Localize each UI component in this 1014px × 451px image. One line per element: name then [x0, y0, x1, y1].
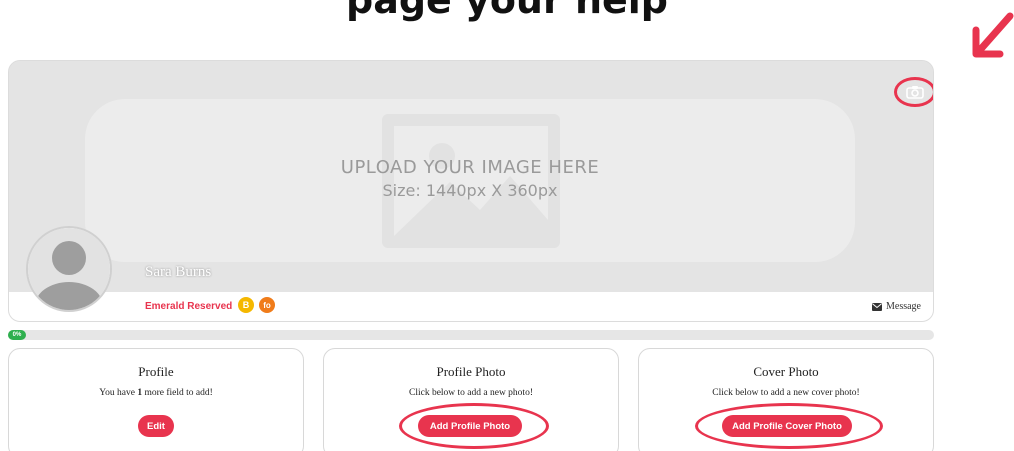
profile-card-text: You have 1 more field to add! — [99, 388, 213, 398]
cover-photo-area[interactable]: UPLOAD YOUR IMAGE HERE Size: 1440px X 36… — [9, 61, 933, 292]
envelope-icon — [872, 302, 882, 311]
user-silhouette-icon — [28, 228, 110, 310]
profile-page: page your help UPLOAD YOUR IMAGE HERE Si… — [0, 0, 1014, 451]
page-heading: page your help — [346, 0, 668, 22]
profile-info-bar: Emerald Reserved B fo Message — [9, 292, 933, 321]
user-name: Sara Burns — [145, 264, 212, 280]
profile-photo-card-title: Profile Photo — [436, 364, 506, 379]
cover-photo-card: Cover Photo Click below to add a new cov… — [638, 348, 934, 451]
profile-progress-bar: 0% — [8, 330, 934, 340]
profile-header-card: UPLOAD YOUR IMAGE HERE Size: 1440px X 36… — [8, 60, 934, 322]
badge-orange: fo — [259, 297, 275, 313]
highlight-ring — [695, 403, 883, 449]
profile-card: Profile You have 1 more field to add! Ed… — [8, 348, 304, 451]
edit-profile-button[interactable]: Edit — [138, 415, 174, 437]
camera-icon — [906, 86, 924, 99]
profile-photo-card-text: Click below to add a new photo! — [408, 388, 533, 398]
message-label: Message — [886, 301, 921, 312]
change-cover-button[interactable] — [894, 77, 933, 107]
message-button[interactable]: Message — [872, 301, 921, 312]
cover-photo-card-text: Click below to add a new cover photo! — [712, 388, 860, 398]
progress-label: 0% — [8, 330, 26, 340]
cover-photo-card-title: Cover Photo — [753, 364, 819, 379]
upload-title: UPLOAD YOUR IMAGE HERE — [340, 157, 600, 178]
badge-gold: B — [238, 297, 254, 313]
upload-size-hint: Size: 1440px X 360px — [382, 181, 558, 200]
membership-tier: Emerald Reserved — [145, 301, 233, 312]
highlight-ring — [399, 403, 549, 449]
arrow-down-left-icon — [972, 12, 1014, 58]
profile-card-title: Profile — [138, 364, 174, 379]
profile-photo-card: Profile Photo Click below to add a new p… — [323, 348, 619, 451]
upload-placeholder[interactable]: UPLOAD YOUR IMAGE HERE Size: 1440px X 36… — [85, 99, 855, 262]
avatar[interactable] — [26, 226, 112, 312]
